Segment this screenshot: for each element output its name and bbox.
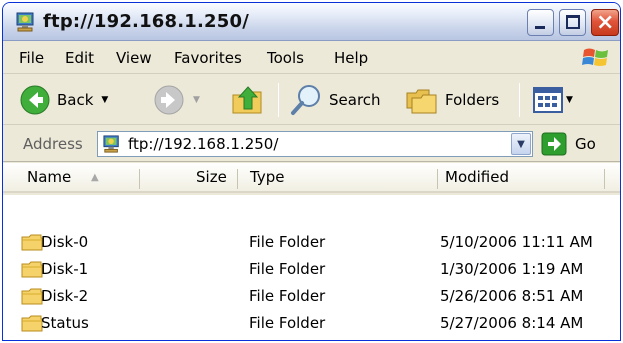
- close-icon: ×: [596, 10, 615, 35]
- search-label: Search: [329, 91, 381, 109]
- folder-icon: [21, 315, 43, 332]
- maximize-icon: [566, 15, 580, 29]
- address-label: Address: [23, 135, 83, 153]
- address-dropdown-icon[interactable]: ▼: [511, 133, 531, 155]
- minimize-button[interactable]: [527, 9, 554, 36]
- forward-arrow-icon: [154, 85, 184, 115]
- folders-label: Folders: [445, 91, 500, 109]
- up-folder-button[interactable]: [231, 81, 265, 119]
- close-button[interactable]: ×: [591, 9, 619, 36]
- minimize-icon: [535, 26, 545, 29]
- menu-bar: File Edit View Favorites Tools Help: [3, 42, 620, 74]
- search-button[interactable]: Search: [289, 81, 381, 119]
- forward-button[interactable]: ▼: [153, 81, 200, 119]
- column-divider[interactable]: [604, 169, 605, 189]
- file-name: Disk-1: [41, 260, 89, 278]
- menu-edit[interactable]: Edit: [65, 49, 94, 67]
- list-item[interactable]: Disk-2 File Folder 5/26/2006 8:51 AM: [3, 283, 620, 310]
- column-divider[interactable]: [139, 169, 140, 189]
- toolbar-separator: [278, 83, 279, 117]
- folder-icon: [21, 288, 43, 305]
- toolbar-separator: [519, 83, 520, 117]
- back-label: Back: [57, 91, 94, 109]
- folder-icon: [21, 261, 43, 278]
- toolbar: Back ▼ ▼ Search Folders ▼: [3, 75, 620, 125]
- back-button[interactable]: Back ▼: [19, 81, 108, 119]
- sort-ascending-icon: ▲: [91, 172, 99, 183]
- file-modified: 5/10/2006 11:11 AM: [440, 233, 593, 251]
- folders-button[interactable]: Folders: [405, 81, 499, 119]
- file-type: File Folder: [249, 314, 326, 332]
- menu-file[interactable]: File: [19, 49, 44, 67]
- list-header: Name ▲ Size Type Modified: [3, 163, 620, 193]
- column-divider[interactable]: [237, 169, 238, 189]
- ftp-network-icon: [103, 135, 119, 153]
- menu-favorites[interactable]: Favorites: [174, 49, 242, 67]
- address-value: ftp://192.168.1.250/: [128, 135, 279, 153]
- back-dropdown-icon[interactable]: ▼: [101, 95, 108, 105]
- file-name: Status: [41, 314, 89, 332]
- column-header-modified[interactable]: Modified: [445, 168, 509, 186]
- file-modified: 5/27/2006 8:14 AM: [440, 314, 584, 332]
- go-button[interactable]: Go: [541, 132, 596, 156]
- maximize-button[interactable]: [559, 9, 586, 36]
- folders-icon: [406, 89, 437, 114]
- file-modified: 1/30/2006 1:19 AM: [440, 260, 584, 278]
- file-modified: 5/26/2006 8:51 AM: [440, 287, 584, 305]
- column-header-type[interactable]: Type: [250, 168, 284, 186]
- file-name: Disk-0: [41, 233, 89, 251]
- views-dropdown-icon[interactable]: ▼: [566, 95, 573, 105]
- menu-view[interactable]: View: [116, 49, 152, 67]
- explorer-window: ftp://192.168.1.250/ × File Edit View Fa…: [2, 2, 621, 341]
- search-icon: [291, 85, 320, 115]
- list-item[interactable]: Disk-1 File Folder 1/30/2006 1:19 AM: [3, 256, 620, 283]
- column-header-name[interactable]: Name: [27, 168, 71, 186]
- menu-tools[interactable]: Tools: [267, 49, 304, 67]
- column-header-size[interactable]: Size: [196, 168, 227, 186]
- address-input[interactable]: ftp://192.168.1.250/ ▼: [97, 131, 533, 157]
- folder-icon: [21, 234, 43, 251]
- ftp-network-icon: [16, 12, 34, 32]
- file-type: File Folder: [249, 233, 326, 251]
- views-grid-icon: [533, 87, 563, 113]
- windows-logo-icon: [582, 48, 608, 66]
- views-button[interactable]: ▼: [533, 81, 573, 119]
- column-divider[interactable]: [437, 169, 438, 189]
- title-bar[interactable]: ftp://192.168.1.250/ ×: [3, 3, 620, 41]
- up-folder-icon: [232, 86, 262, 114]
- file-type: File Folder: [249, 287, 326, 305]
- list-item[interactable]: Disk-0 File Folder 5/10/2006 11:11 AM: [3, 229, 620, 256]
- file-type: File Folder: [249, 260, 326, 278]
- forward-dropdown-icon[interactable]: ▼: [193, 95, 200, 105]
- menu-help[interactable]: Help: [334, 49, 368, 67]
- back-arrow-icon: [20, 85, 50, 115]
- file-name: Disk-2: [41, 287, 89, 305]
- file-list: Disk-0 File Folder 5/10/2006 11:11 AM Di…: [3, 195, 620, 340]
- list-item[interactable]: Status File Folder 5/27/2006 8:14 AM: [3, 310, 620, 337]
- go-label: Go: [575, 135, 596, 153]
- address-bar: Address ftp://192.168.1.250/ ▼ Go: [3, 126, 620, 162]
- window-title: ftp://192.168.1.250/: [43, 11, 249, 32]
- go-arrow-icon: [541, 132, 567, 156]
